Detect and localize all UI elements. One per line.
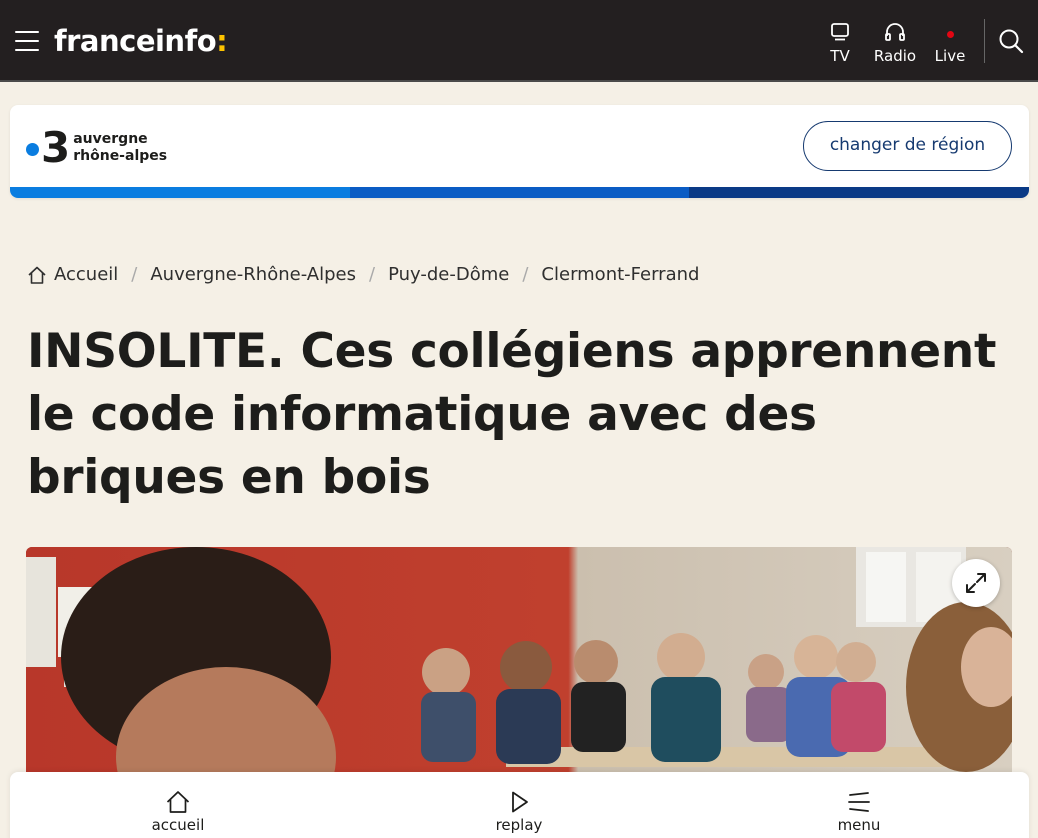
expand-image-button[interactable] [952, 559, 1000, 607]
nav-replay[interactable]: replay [491, 788, 547, 834]
stripe-light-blue [10, 187, 350, 198]
radio-link[interactable]: Radio [868, 20, 922, 65]
home-icon [28, 266, 46, 284]
burger-line [15, 49, 39, 51]
burger-line [15, 31, 39, 33]
region-name-line1: auvergne [73, 131, 148, 147]
headphones-icon [868, 20, 922, 44]
logo-colon: : [216, 24, 228, 58]
breadcrumb-separator: / [369, 264, 376, 285]
logo-text: franceinfo [54, 24, 217, 58]
search-icon [999, 29, 1024, 54]
breadcrumb: Accueil / Auvergne-Rhône-Alpes / Puy-de-… [27, 264, 699, 285]
header-divider [984, 19, 985, 63]
region-name-line2: rhône-alpes [73, 148, 168, 164]
nav-accueil-label: accueil [151, 816, 205, 834]
live-label: Live [934, 47, 966, 65]
region-name: auvergne rhône-alpes [73, 131, 167, 165]
bottom-navigation: accueil replay menu [10, 772, 1029, 838]
stripe-mid-blue [349, 187, 690, 198]
tv-link[interactable]: TV [826, 20, 854, 65]
stripe-dark-blue [689, 187, 1029, 198]
breadcrumb-city[interactable]: Clermont-Ferrand [541, 264, 699, 285]
breadcrumb-department[interactable]: Puy-de-Dôme [388, 264, 509, 285]
play-icon [491, 788, 547, 816]
breadcrumb-separator: / [522, 264, 529, 285]
region-channel-number: 3 [41, 123, 70, 172]
change-region-button[interactable]: changer de région [803, 121, 1012, 171]
search-button[interactable] [997, 27, 1025, 55]
breadcrumb-region[interactable]: Auvergne-Rhône-Alpes [150, 264, 356, 285]
nav-replay-label: replay [495, 816, 543, 834]
expand-icon [966, 573, 986, 593]
home-icon [148, 788, 208, 816]
live-dot-icon [932, 20, 968, 44]
breadcrumb-accueil[interactable]: Accueil [54, 264, 118, 285]
nav-accueil[interactable]: accueil [148, 788, 208, 834]
region-color-stripes [10, 187, 1029, 198]
franceinfo-logo[interactable]: franceinfo: [54, 24, 228, 58]
top-header: franceinfo: TV Radio Live [0, 0, 1038, 82]
nav-menu-label: menu [837, 816, 881, 834]
breadcrumb-separator: / [131, 264, 138, 285]
tv-label: TV [830, 47, 850, 65]
region-logo-dot [26, 142, 39, 156]
article-title: INSOLITE. Ces collégiens apprennent le c… [27, 324, 997, 505]
tv-icon [826, 20, 854, 44]
radio-label: Radio [873, 47, 917, 65]
burger-line [15, 40, 39, 42]
hamburger-menu-button[interactable] [15, 31, 39, 51]
live-link[interactable]: Live [932, 20, 968, 65]
menu-icon [830, 788, 888, 816]
nav-menu[interactable]: menu [830, 788, 888, 834]
region-banner: 3 auvergne rhône-alpes changer de région [10, 105, 1029, 198]
france3-region-logo[interactable]: 3 auvergne rhône-alpes [26, 123, 167, 172]
